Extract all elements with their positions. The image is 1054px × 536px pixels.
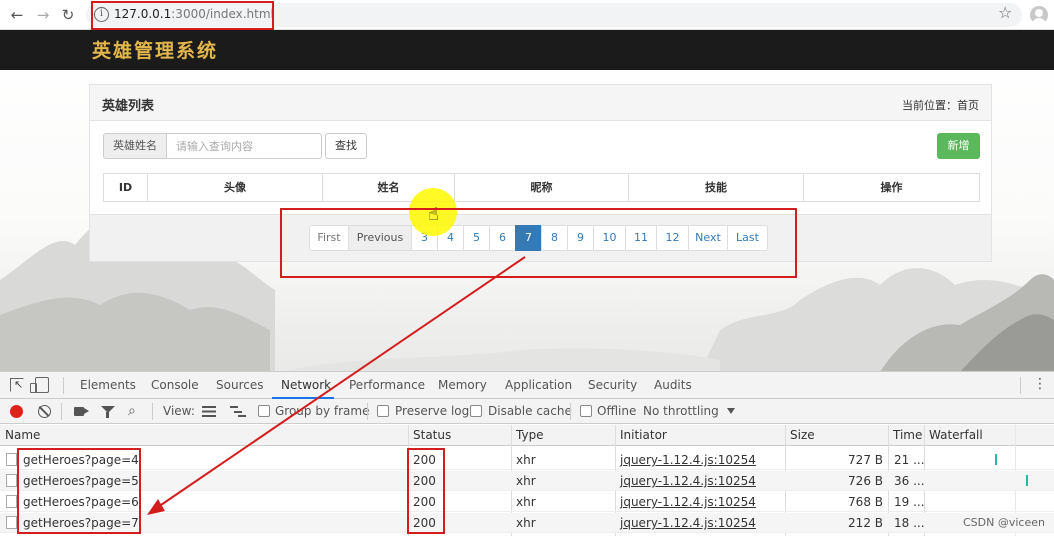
disable-cache-label: Disable cache [488, 404, 572, 418]
reload-icon[interactable]: ↻ [57, 4, 79, 26]
group-by-frame-label: Group by frame [275, 404, 370, 418]
request-size: 727 B [848, 453, 883, 467]
tab-console[interactable]: Console [151, 378, 199, 392]
disable-cache-checkbox[interactable] [470, 405, 482, 417]
devtools-panel: Elements Console Sources Network Perform… [0, 371, 1054, 536]
request-type: xhr [516, 453, 536, 467]
request-size: 768 B [848, 495, 883, 509]
offline-checkbox[interactable] [580, 405, 592, 417]
column-time[interactable]: Time [893, 428, 922, 442]
profile-avatar-icon[interactable] [1030, 6, 1048, 24]
view-label: View: [163, 404, 195, 418]
device-toolbar-icon[interactable] [30, 377, 49, 393]
throttling-select[interactable]: No throttling [643, 404, 719, 418]
request-initiator-link[interactable]: jquery-1.12.4.js:10254 [620, 516, 756, 530]
web-page: 英雄管理系统 英雄列表 当前位置：首页 英雄姓名 查找 新增 ID 头像 姓名 … [0, 30, 1054, 372]
inspect-element-icon[interactable] [10, 378, 24, 392]
divider [367, 403, 368, 420]
file-icon [6, 495, 17, 508]
request-initiator-link[interactable]: jquery-1.12.4.js:10254 [620, 453, 756, 467]
network-request-row[interactable]: getHeroes?page=6 200 xhr jquery-1.12.4.j… [0, 492, 1054, 512]
search-button[interactable]: 查找 [325, 133, 367, 159]
group-by-frame-checkbox[interactable] [258, 405, 270, 417]
preserve-log-checkbox[interactable] [377, 405, 389, 417]
column-name[interactable]: Name [5, 428, 40, 442]
tab-application[interactable]: Application [505, 378, 572, 392]
tab-memory[interactable]: Memory [438, 378, 487, 392]
filter-icon[interactable] [101, 406, 115, 418]
waterfall-bar [1026, 475, 1028, 486]
large-rows-icon[interactable] [202, 406, 216, 417]
column-header-id[interactable]: ID [104, 174, 148, 201]
request-type: xhr [516, 474, 536, 488]
overview-icon[interactable] [230, 406, 246, 417]
file-icon [6, 453, 17, 466]
column-header-avatar[interactable]: 头像 [148, 174, 323, 201]
annotation-box-status [407, 448, 445, 534]
column-header-skill[interactable]: 技能 [629, 174, 804, 201]
request-size: 212 B [848, 516, 883, 530]
network-request-row[interactable]: getHeroes?page=4 200 xhr jquery-1.12.4.j… [0, 450, 1054, 470]
request-time: 18 ... [894, 516, 925, 530]
request-initiator-link[interactable]: jquery-1.12.4.js:10254 [620, 474, 756, 488]
divider [152, 403, 153, 420]
search-icon[interactable]: ⌕ [128, 403, 136, 419]
network-toolbar: ⌕ View: Group by frame Preserve log Disa… [0, 399, 1054, 424]
more-options-icon[interactable]: ⋮ [1033, 376, 1047, 392]
clear-icon[interactable] [38, 405, 51, 418]
column-initiator[interactable]: Initiator [620, 428, 667, 442]
column-waterfall[interactable]: Waterfall [929, 428, 983, 442]
file-icon [6, 474, 17, 487]
request-type: xhr [516, 495, 536, 509]
app-title: 英雄管理系统 [92, 40, 219, 62]
network-request-row[interactable]: getHeroes?page=7 200 xhr jquery-1.12.4.j… [0, 513, 1054, 533]
panel-title: 英雄列表 [102, 99, 155, 114]
file-icon [6, 516, 17, 529]
column-type[interactable]: Type [516, 428, 544, 442]
request-time: 19 ... [894, 495, 925, 509]
tab-network[interactable]: Network [281, 378, 331, 392]
network-request-row[interactable]: getHeroes?page=5 200 xhr jquery-1.12.4.j… [0, 471, 1054, 491]
offline-label: Offline [597, 404, 637, 418]
request-time: 36 ... [894, 474, 925, 488]
csdn-watermark: CSDN @viceen [963, 516, 1045, 529]
annotation-box-request-names [17, 448, 141, 534]
divider [570, 403, 571, 420]
divider [1020, 377, 1021, 394]
devtools-tab-bar: Elements Console Sources Network Perform… [0, 372, 1054, 399]
add-hero-button[interactable]: 新增 [937, 133, 980, 159]
tab-sources[interactable]: Sources [216, 378, 263, 392]
request-type: xhr [516, 516, 536, 530]
chevron-down-icon[interactable] [727, 408, 735, 414]
preserve-log-label: Preserve log [395, 404, 470, 418]
column-header-actions[interactable]: 操作 [804, 174, 979, 201]
panel-heading: 英雄列表 当前位置：首页 [90, 85, 991, 121]
divider [61, 403, 62, 420]
annotation-box-url [91, 1, 274, 30]
request-initiator-link[interactable]: jquery-1.12.4.js:10254 [620, 495, 756, 509]
bookmark-star-icon[interactable]: ☆ [998, 3, 1012, 22]
tab-elements[interactable]: Elements [80, 378, 136, 392]
capture-screenshots-icon[interactable] [74, 407, 89, 416]
tab-performance[interactable]: Performance [349, 378, 425, 392]
record-icon[interactable] [10, 405, 23, 418]
app-header: 英雄管理系统 [0, 30, 1054, 70]
hero-table-header: ID 头像 姓名 昵称 技能 操作 [103, 173, 980, 202]
tab-security[interactable]: Security [588, 378, 637, 392]
request-time: 21 ... [894, 453, 925, 467]
column-header-nickname[interactable]: 昵称 [455, 174, 629, 201]
forward-arrow-icon[interactable]: → [32, 4, 54, 26]
column-status[interactable]: Status [413, 428, 451, 442]
search-input[interactable] [167, 133, 322, 159]
network-table-header: Name Status Type Initiator Size Time Wat… [0, 425, 1054, 446]
waterfall-bar [995, 454, 997, 465]
breadcrumb: 当前位置：首页 [902, 99, 979, 112]
annotation-box-pagination [280, 208, 797, 278]
search-label: 英雄姓名 [103, 133, 167, 159]
tab-audits[interactable]: Audits [654, 378, 692, 392]
divider [63, 377, 64, 394]
request-size: 726 B [848, 474, 883, 488]
back-arrow-icon[interactable]: ← [6, 4, 28, 26]
column-size[interactable]: Size [790, 428, 815, 442]
